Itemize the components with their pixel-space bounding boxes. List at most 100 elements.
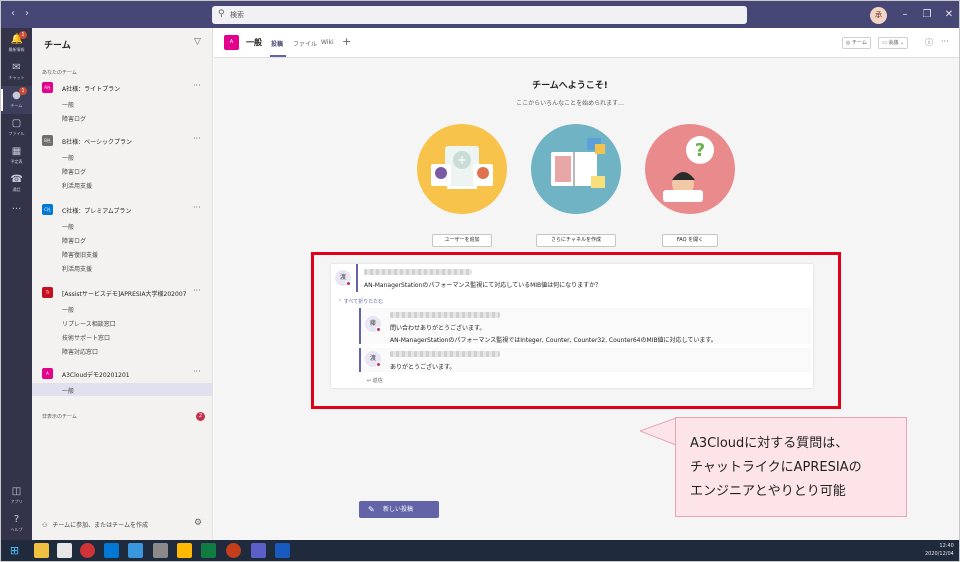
gear-icon[interactable]: ⚙ (194, 518, 202, 528)
rail-label: チーム (10, 103, 23, 108)
book-icon (551, 138, 605, 188)
channel-item[interactable]: 障害ログ (62, 236, 86, 245)
hidden-teams-badge: 2 (196, 412, 205, 421)
forward-arrow-icon[interactable]: › (21, 8, 33, 20)
word-icon[interactable] (275, 543, 290, 558)
notification-badge: 1 (19, 87, 27, 95)
browser-icon[interactable] (80, 543, 95, 558)
minimize-icon[interactable]: – (898, 8, 912, 22)
channel-item[interactable]: 障害対応窓口 (62, 347, 98, 356)
chart-app-icon[interactable] (177, 543, 192, 558)
help-icon: ? (13, 514, 20, 525)
question-mark-icon: ? (663, 136, 714, 202)
callout-line: エンジニアとやりとり可能 (690, 484, 846, 499)
team-tile: B社 (42, 135, 53, 146)
new-post-label: 新しい投稿 (383, 506, 414, 513)
rail-item-files[interactable]: ▢ ファイル (1, 114, 32, 142)
taskbar-clock[interactable]: 12:40 2020/12/04 (925, 542, 954, 558)
channel-item-selected[interactable]: 一般 (62, 386, 74, 395)
close-icon[interactable]: ✕ (942, 8, 956, 22)
channel-item[interactable]: 障害ログ (62, 167, 86, 176)
apps-icon: ◫ (11, 486, 22, 497)
channel-item[interactable]: 利活用支援 (62, 264, 92, 273)
rail-item-chat[interactable]: ✉ チャット (1, 58, 32, 86)
rail-item-activity[interactable]: 🔔 最新情報 1 (1, 30, 32, 58)
more-options-icon[interactable]: ··· (193, 203, 201, 212)
more-options-icon[interactable]: ··· (193, 81, 201, 90)
rail-item-help[interactable]: ? ヘルプ (1, 510, 32, 538)
channel-item[interactable]: 一般 (62, 153, 74, 162)
add-people-icon: + (431, 146, 493, 189)
rail-label: 通話 (12, 187, 21, 192)
svg-text:+: + (457, 153, 467, 167)
more-options-icon[interactable]: ··· (193, 134, 201, 143)
outlook-icon[interactable] (104, 543, 119, 558)
chat-icon: ✉ (12, 62, 21, 73)
channel-item[interactable]: 利活用支援 (62, 181, 92, 190)
add-people-button[interactable]: ユーザーを追加 (432, 234, 492, 247)
restore-icon[interactable]: ❐ (920, 8, 934, 22)
more-options-icon[interactable]: ··· (193, 286, 201, 295)
channel-item[interactable]: 障害ログ (62, 114, 86, 123)
excel-icon[interactable] (201, 543, 216, 558)
search-placeholder: 検索 (230, 11, 244, 19)
store-icon[interactable] (57, 543, 72, 558)
more-options-icon[interactable]: ··· (941, 37, 949, 46)
video-camera-icon: ▭ (882, 40, 887, 46)
rail-label: ヘルプ (10, 527, 23, 532)
channel-title: 一般 (246, 38, 262, 47)
channel-item[interactable]: 一般 (62, 100, 74, 109)
title-bar: ‹ › ⚲ 検索 承 – ❐ ✕ (1, 1, 959, 28)
new-post-button[interactable]: ✎ 新しい投稿 (359, 501, 439, 518)
team-info-button[interactable]: ◎ チーム (842, 37, 871, 49)
faq-illustration: ? (645, 124, 735, 214)
chevron-down-icon: ⌄ (899, 40, 905, 46)
teams-app-icon[interactable] (251, 543, 266, 558)
meet-button[interactable]: ▭ 会議 ⌄ (878, 37, 909, 49)
team-tile: C社 (42, 204, 53, 215)
add-team-icon: ⚇ (42, 522, 48, 529)
info-icon[interactable]: ⓘ (925, 37, 933, 48)
notification-badge: 1 (19, 31, 27, 39)
channel-item[interactable]: リプレース相談窓口 (62, 319, 116, 328)
rail-item-apps[interactable]: ◫ アプリ (1, 482, 32, 510)
add-tab-icon[interactable]: + (342, 35, 351, 48)
clock-date: 2020/12/04 (925, 551, 954, 557)
file-icon: ▢ (11, 118, 22, 129)
tab-wiki[interactable]: Wiki (321, 39, 334, 46)
join-or-create-team[interactable]: ⚇ チームに参加、またはチームを作成 (42, 520, 148, 529)
callout-text: A3Cloudに対する質問は、 チャットライクにAPRESIAの エンジニアとや… (690, 432, 900, 504)
teams-pane: チーム ▽ あなたのチーム A社 A社様：ライトプラン ··· 一般 障害ログ … (32, 28, 213, 540)
tab-files[interactable]: ファイル (293, 39, 317, 48)
notes-icon[interactable] (153, 543, 168, 558)
channel-item[interactable]: 技術サポート窓口 (62, 333, 110, 342)
channel-item[interactable]: 一般 (62, 305, 74, 314)
rail-item-teams[interactable]: ● チーム 1 (1, 86, 32, 114)
channel-header: A 一般 投稿 ファイル Wiki + ◎ チーム ▭ 会議 ⌄ ⓘ ··· (214, 28, 959, 58)
search-input[interactable]: ⚲ 検索 (212, 6, 747, 24)
file-explorer-icon[interactable] (34, 543, 49, 558)
rail-item-calendar[interactable]: ▦ 予定表 (1, 142, 32, 170)
user-avatar[interactable]: 承 (870, 7, 887, 24)
rail-label: 最新情報 (8, 47, 25, 52)
channel-item[interactable]: 障害復旧支援 (62, 250, 98, 259)
network-icon[interactable] (128, 543, 143, 558)
tab-posts[interactable]: 投稿 (271, 39, 283, 48)
rail-item-calls[interactable]: ☎ 通話 (1, 170, 32, 198)
create-channel-button[interactable]: さらにチャネルを作成 (536, 234, 616, 247)
channel-item[interactable]: 一般 (62, 222, 74, 231)
windows-start-icon[interactable]: ⊞ (7, 543, 22, 558)
callout-line: チャットライクにAPRESIAの (690, 460, 862, 475)
more-options-icon[interactable]: ··· (193, 367, 201, 376)
back-arrow-icon[interactable]: ‹ (7, 8, 19, 20)
rail-label: アプリ (10, 499, 23, 504)
compose-icon: ✎ (368, 505, 375, 514)
team-name: [Assistサービスデモ]APRESIA大学様202007 (62, 291, 187, 298)
filter-icon[interactable]: ▽ (194, 37, 201, 47)
hidden-teams-label[interactable]: 非表示のチーム (42, 413, 77, 420)
powerpoint-icon[interactable] (226, 543, 241, 558)
selected-channel-highlight (32, 383, 212, 396)
team-name: B社様：ベーシックプラン (62, 139, 132, 146)
rail-more-button[interactable]: ··· (1, 200, 32, 228)
open-faq-button[interactable]: FAQ を開く (662, 234, 718, 247)
